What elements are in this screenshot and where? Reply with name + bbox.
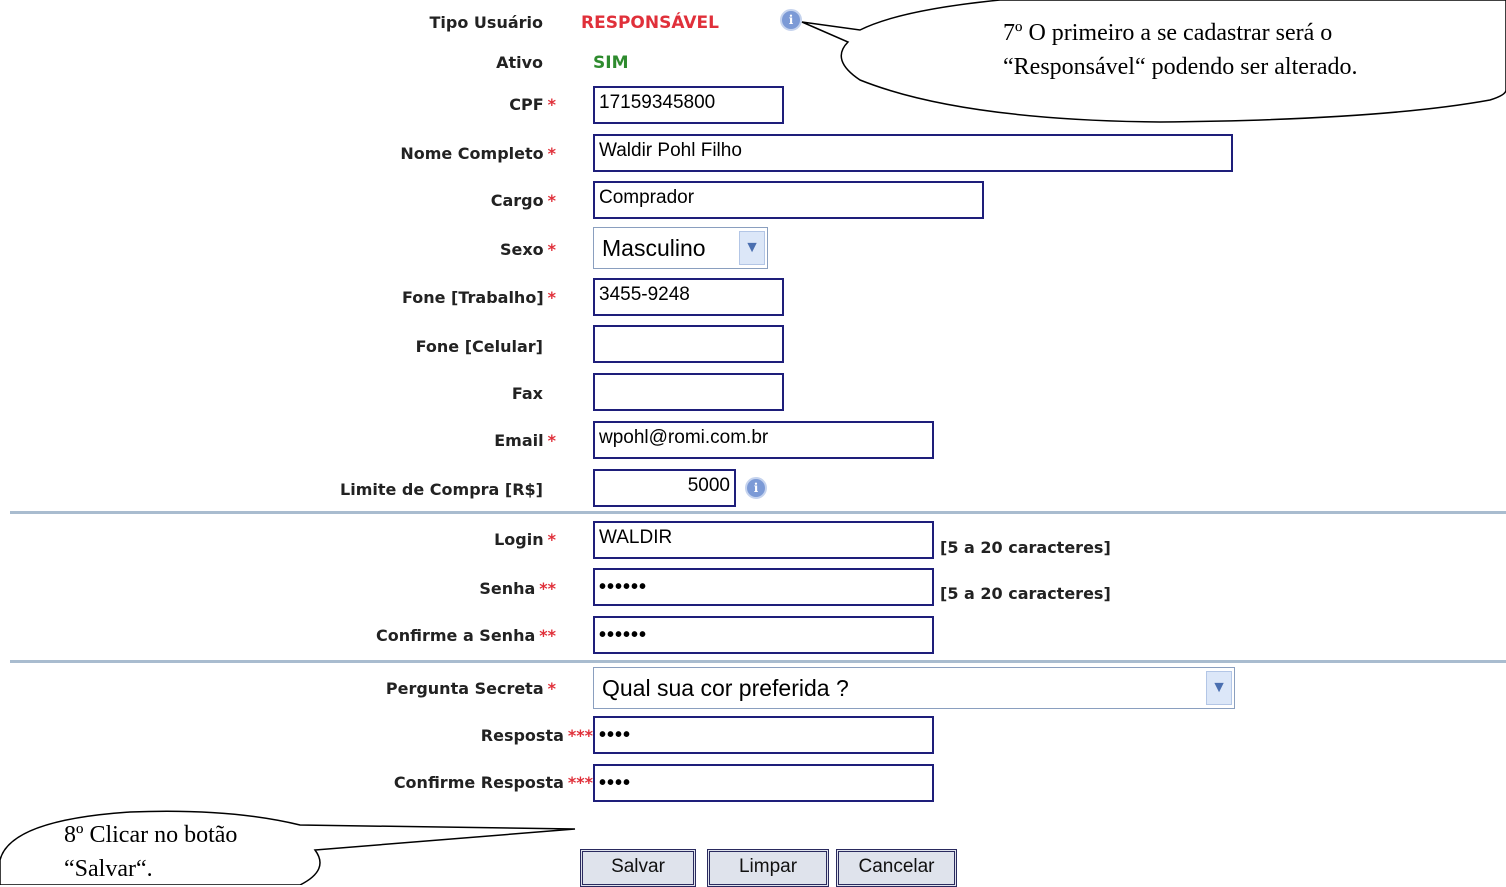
fax-label: Fax bbox=[511, 384, 543, 403]
callout-step8-line1: 8º Clicar no botão bbox=[64, 822, 238, 848]
login-label: Login * bbox=[494, 530, 556, 549]
callout-step8-line2: “Salvar“. bbox=[64, 856, 153, 882]
resposta-field[interactable]: •••• bbox=[593, 716, 934, 754]
tipo-usuario-label: Tipo Usuário bbox=[429, 13, 543, 32]
confirme-senha-field[interactable]: •••••• bbox=[593, 616, 934, 654]
confirme-senha-label: Confirme a Senha ** bbox=[375, 626, 556, 645]
nome-completo-field[interactable]: Waldir Pohl Filho bbox=[593, 134, 1233, 172]
resposta-label: Resposta *** bbox=[480, 726, 593, 745]
ativo-label: Ativo bbox=[496, 53, 543, 72]
required-marker: * bbox=[547, 144, 556, 163]
limpar-button[interactable]: Limpar bbox=[707, 849, 829, 887]
senha-field[interactable]: •••••• bbox=[593, 568, 934, 606]
login-field[interactable]: WALDIR bbox=[593, 521, 934, 559]
limite-compra-label: Limite de Compra [R$] bbox=[340, 480, 543, 499]
required-marker: * bbox=[547, 288, 556, 307]
login-hint: [5 a 20 caracteres] bbox=[940, 538, 1111, 557]
pergunta-secreta-select[interactable]: Qual sua cor preferida ? ▼ bbox=[593, 667, 1235, 709]
cargo-label: Cargo * bbox=[490, 191, 556, 210]
required-marker: ** bbox=[539, 579, 556, 598]
callout-step7-line1: 7º O primeiro a se cadastrar será o bbox=[1003, 20, 1333, 46]
required-marker: * bbox=[547, 679, 556, 698]
fone-celular-field[interactable] bbox=[593, 325, 784, 363]
email-field[interactable]: wpohl@romi.com.br bbox=[593, 421, 934, 459]
confirme-resposta-label: Confirme Resposta *** bbox=[393, 773, 593, 792]
callout-step7: 7º O primeiro a se cadastrar será o “Res… bbox=[1003, 16, 1358, 84]
required-marker: * bbox=[547, 95, 556, 114]
salvar-button[interactable]: Salvar bbox=[580, 849, 696, 887]
limite-compra-field[interactable]: 5000 bbox=[593, 469, 736, 507]
required-marker: *** bbox=[567, 773, 593, 792]
chevron-down-icon[interactable]: ▼ bbox=[1206, 671, 1232, 705]
email-label: Email * bbox=[494, 431, 556, 450]
sexo-select[interactable]: Masculino ▼ bbox=[593, 227, 768, 269]
chevron-down-icon[interactable]: ▼ bbox=[739, 231, 765, 265]
info-icon[interactable]: i bbox=[745, 477, 767, 499]
cargo-field[interactable]: Comprador bbox=[593, 181, 984, 219]
fone-trabalho-label: Fone [Trabalho] * bbox=[401, 288, 556, 307]
tipo-usuario-value: RESPONSÁVEL bbox=[581, 13, 719, 33]
required-marker: *** bbox=[567, 726, 593, 745]
fax-field[interactable] bbox=[593, 373, 784, 411]
ativo-value: SIM bbox=[593, 53, 629, 73]
required-marker: * bbox=[547, 240, 556, 259]
cancelar-button[interactable]: Cancelar bbox=[836, 849, 957, 887]
sexo-label: Sexo * bbox=[499, 240, 556, 259]
nome-completo-label: Nome Completo * bbox=[400, 144, 556, 163]
info-icon[interactable]: i bbox=[780, 9, 802, 31]
pergunta-secreta-label: Pergunta Secreta * bbox=[385, 679, 556, 698]
cpf-label: CPF * bbox=[509, 95, 556, 114]
required-marker: * bbox=[547, 530, 556, 549]
fone-trabalho-field[interactable]: 3455-9248 bbox=[593, 278, 784, 316]
senha-hint: [5 a 20 caracteres] bbox=[940, 584, 1111, 603]
required-marker: ** bbox=[539, 626, 556, 645]
section-divider bbox=[10, 660, 1506, 663]
sexo-select-value: Masculino bbox=[602, 235, 706, 261]
required-marker: * bbox=[547, 191, 556, 210]
senha-label: Senha ** bbox=[479, 579, 556, 598]
pergunta-secreta-value: Qual sua cor preferida ? bbox=[602, 675, 849, 701]
section-divider bbox=[10, 511, 1506, 514]
confirme-resposta-field[interactable]: •••• bbox=[593, 764, 934, 802]
fone-celular-label: Fone [Celular] bbox=[415, 337, 543, 356]
callout-step7-line2: “Responsável“ podendo ser alterado. bbox=[1003, 54, 1358, 80]
callout-step8: 8º Clicar no botão “Salvar“. bbox=[64, 818, 237, 886]
cpf-field[interactable]: 17159345800 bbox=[593, 86, 784, 124]
required-marker: * bbox=[547, 431, 556, 450]
